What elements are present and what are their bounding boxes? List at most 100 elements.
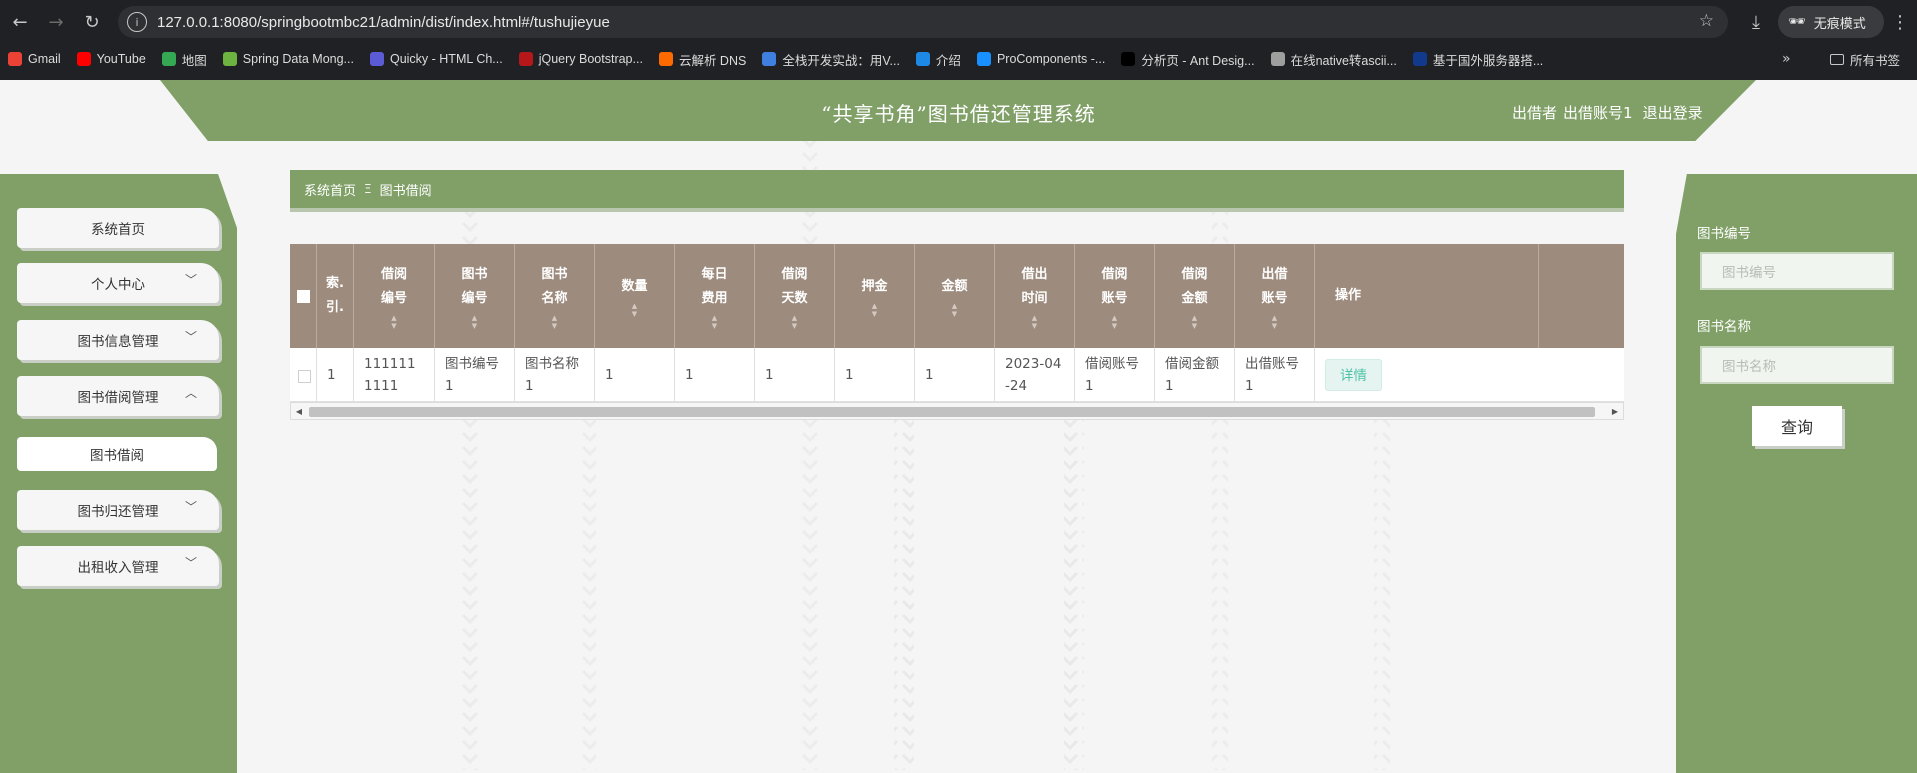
sort-icon[interactable]: ▲ ▼ [632, 302, 637, 318]
forward-icon[interactable]: → [38, 4, 74, 40]
cell-value: 1 [605, 367, 614, 383]
sort-icon[interactable]: ▲ ▼ [712, 314, 717, 330]
sidebar-item-label: 图书信息管理 [77, 334, 159, 350]
column-header[interactable]: 数量 ▲ ▼ [595, 244, 675, 348]
all-bookmarks-label: 所有书签 [1850, 52, 1901, 68]
site-info-icon[interactable]: i [127, 12, 147, 32]
bookmark-item[interactable]: YouTube [76, 52, 146, 66]
column-header[interactable]: 借出 时间 ▲ ▼ [995, 244, 1075, 348]
bookmark-item[interactable]: ProComponents -... [976, 52, 1105, 66]
column-header-label: 账号 [1261, 290, 1288, 306]
column-header: 索. 引. [317, 244, 354, 348]
sort-icon[interactable]: ▲ ▼ [792, 314, 797, 330]
breadcrumb: 系统首页 Ξ 图书借阅 [290, 170, 1624, 208]
bookmark-item[interactable]: 在线native转ascii... [1270, 50, 1397, 69]
column-header[interactable]: 图书编号 ▲ ▼ [435, 244, 515, 348]
column-header-label: 图书 [461, 266, 488, 282]
bookmark-favicon-icon [8, 52, 22, 66]
column-header: 操作 [1315, 244, 1539, 348]
address-bar[interactable]: i 127.0.0.1:8080/springbootmbc21/admin/d… [118, 6, 1728, 38]
column-header[interactable]: 图书 名称 ▲ ▼ [515, 244, 595, 348]
bookmark-star-icon[interactable]: ☆ [1699, 11, 1714, 31]
column-header[interactable]: 借阅 金额 ▲ ▼ [1155, 244, 1235, 348]
bookmark-item[interactable]: 地图 [161, 50, 207, 69]
column-header[interactable]: 每日 费用 ▲ ▼ [675, 244, 755, 348]
sidebar-item[interactable]: 图书信息管理 ﹀ [17, 320, 219, 360]
column-header-label: 图书 [541, 266, 568, 282]
scroll-right-icon[interactable]: ▶ [1607, 407, 1623, 416]
bookmark-item[interactable]: Spring Data Mong... [222, 52, 354, 66]
back-icon[interactable]: ← [2, 4, 38, 40]
sidebar-item[interactable]: 出租收入管理 ﹀ [17, 546, 219, 586]
bookmark-label: Spring Data Mong... [242, 52, 354, 66]
breadcrumb-home[interactable]: 系统首页 [304, 180, 356, 199]
table-cell: 1 [915, 348, 995, 402]
bookmark-item[interactable]: 基于国外服务器搭... [1412, 50, 1543, 69]
cell-value: 借阅账号1 [1085, 356, 1139, 394]
book-name-input[interactable]: 图书名称 [1700, 346, 1894, 384]
sidebar-item[interactable]: 图书归还管理 ﹀ [17, 490, 219, 530]
cell-value: 1 [765, 367, 774, 383]
column-header-label: 编号 [461, 290, 488, 306]
column-header[interactable]: 借阅 编号 ▲ ▼ [354, 244, 435, 348]
url-text[interactable]: 127.0.0.1:8080/springbootmbc21/admin/dis… [157, 14, 610, 31]
bookmark-label: 在线native转ascii... [1290, 53, 1397, 68]
incognito-badge[interactable]: 🕶 无痕模式 [1778, 6, 1884, 38]
folder-icon [1830, 53, 1844, 65]
select-all-checkbox[interactable] [296, 289, 310, 303]
bookmark-item[interactable]: jQuery Bootstrap... [518, 52, 643, 66]
sort-icon[interactable]: ▲ ▼ [872, 302, 877, 318]
sidebar-item[interactable]: 图书借阅管理 ︿ [17, 376, 219, 416]
column-header-label: 金额 [1181, 290, 1208, 306]
user-role: 出借者 [1512, 104, 1558, 122]
sort-icon[interactable]: ▲ ▼ [391, 314, 396, 330]
column-header[interactable]: 借阅 账号 ▲ ▼ [1075, 244, 1155, 348]
scrollbar-thumb[interactable] [309, 407, 1595, 417]
bookmark-item[interactable]: Gmail [8, 52, 61, 66]
browser-menu-icon[interactable]: ⋮ [1890, 6, 1910, 38]
bookmark-item[interactable]: 云解析 DNS [658, 50, 746, 69]
table-row: 1 1111111111 图书编号1 图书名称1 1 1 1 1 1 2023-04-24 借阅账号… [290, 348, 1624, 402]
bookmark-item[interactable]: Quicky - HTML Ch... [369, 52, 503, 66]
reload-icon[interactable]: ↻ [74, 4, 110, 40]
breadcrumb-shadow [290, 208, 1624, 212]
bookmark-item[interactable]: 全栈开发实战：用V... [762, 50, 900, 69]
book-no-input[interactable]: 图书编号 [1700, 252, 1894, 290]
sort-icon[interactable]: ▲ ▼ [472, 314, 477, 330]
logout-link[interactable]: 退出登录 [1643, 102, 1703, 123]
table-cell: 1111111111 [354, 348, 435, 402]
scroll-left-icon[interactable]: ◀ [291, 407, 307, 416]
sort-icon[interactable]: ▲ ▼ [552, 314, 557, 330]
column-header-label: 引. [326, 300, 344, 315]
cell-value: 图书编号1 [445, 356, 499, 394]
table-cell: 图书编号1 [435, 348, 515, 402]
sort-icon[interactable]: ▲ ▼ [1192, 314, 1197, 330]
column-header[interactable]: 借阅 天数 ▲ ▼ [755, 244, 835, 348]
query-button[interactable]: 查询 [1752, 406, 1842, 446]
download-icon[interactable]: ⤓ [1740, 6, 1772, 38]
column-header[interactable]: 金额 ▲ ▼ [915, 244, 995, 348]
column-header[interactable]: 押金 ▲ ▼ [835, 244, 915, 348]
sort-icon[interactable]: ▲ ▼ [1112, 314, 1117, 330]
table-body: 1 1111111111 图书编号1 图书名称1 1 1 1 1 1 2023-04-24 借阅账号… [290, 348, 1624, 402]
bookmark-label: 地图 [181, 53, 207, 68]
sidebar-item[interactable]: 图书借阅 [17, 437, 217, 471]
all-bookmarks-button[interactable]: 所有书签 [1830, 46, 1900, 72]
cell-value: 1 [845, 367, 854, 383]
book-name-label: 图书名称 [1697, 319, 1751, 335]
sidebar-item[interactable]: 系统首页 [17, 208, 219, 248]
bookmark-item[interactable]: 分析页 - Ant Desig... [1121, 50, 1255, 69]
sort-icon[interactable]: ▲ ▼ [1272, 314, 1277, 330]
detail-button[interactable]: 详情 [1325, 359, 1382, 391]
row-checkbox[interactable] [298, 370, 311, 383]
sort-icon[interactable]: ▲ ▼ [1032, 314, 1037, 330]
bookmark-item[interactable]: 介绍 [915, 50, 961, 69]
table-cell-actions: 详情 [1315, 348, 1539, 402]
bookmark-favicon-icon [1270, 52, 1285, 66]
sort-icon[interactable]: ▲ ▼ [952, 302, 957, 318]
horizontal-scrollbar[interactable]: ◀ ▶ [290, 402, 1624, 420]
bookmarks-overflow-icon[interactable]: » [1782, 46, 1791, 72]
bookmark-label: Quicky - HTML Ch... [389, 52, 503, 66]
sidebar-item[interactable]: 个人中心 ﹀ [17, 263, 219, 303]
column-header[interactable]: 出借 账号 ▲ ▼ [1235, 244, 1315, 348]
